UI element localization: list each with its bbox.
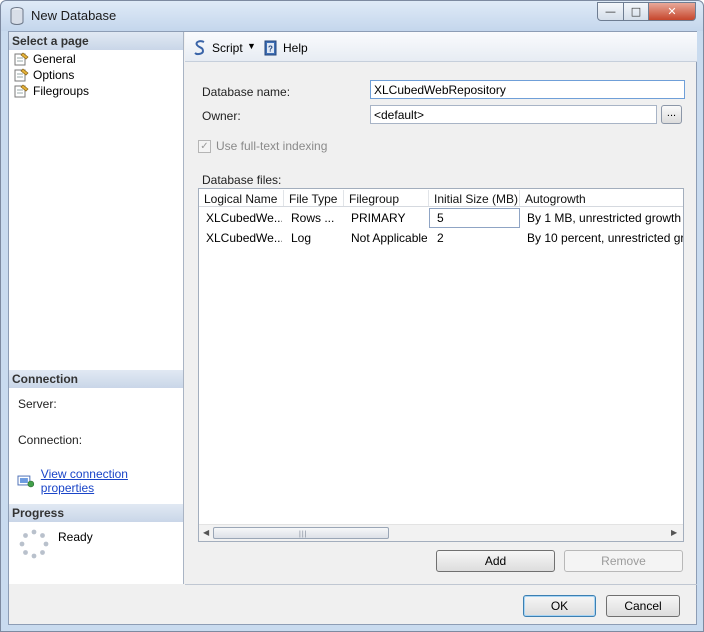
close-button[interactable]: ✕ (648, 2, 696, 21)
page-wrench-icon (14, 52, 29, 66)
owner-input[interactable] (370, 105, 657, 124)
title-bar: New Database — □ ✕ (1, 1, 703, 31)
database-files-label: Database files: (202, 173, 282, 187)
database-files-table: Logical Name File Type Filegroup Initial… (198, 188, 684, 542)
footer-divider (185, 584, 697, 585)
filegroup-cell[interactable]: Not Applicable (351, 231, 427, 245)
maximize-icon: □ (630, 5, 642, 18)
minimize-button[interactable]: — (597, 2, 624, 21)
database-icon (10, 7, 24, 25)
column-header[interactable]: Logical Name (204, 192, 277, 206)
table-row[interactable]: XLCubedWe... Log Not Applicable 2 By 10 … (199, 228, 683, 248)
database-name-label: Database name: (202, 85, 291, 99)
autogrowth-cell[interactable]: By 1 MB, unrestricted growth (527, 211, 683, 225)
filegroup-cell[interactable]: PRIMARY (351, 211, 427, 225)
page-item-options[interactable]: Options (14, 67, 74, 83)
file-type-cell[interactable]: Rows ... (291, 211, 341, 225)
file-type-cell[interactable]: Log (291, 231, 341, 245)
cancel-button[interactable]: Cancel (606, 595, 680, 617)
svg-text:?: ? (268, 45, 273, 54)
toolbar: Script ▼ ? Help (185, 32, 697, 62)
fulltext-label: Use full-text indexing (216, 139, 328, 153)
owner-label: Owner: (202, 109, 241, 123)
page-item-filegroups[interactable]: Filegroups (14, 83, 89, 99)
scroll-right-icon[interactable]: ▶ (671, 528, 677, 537)
column-divider[interactable] (428, 190, 429, 206)
initial-size-cell[interactable]: 5 (429, 208, 520, 228)
help-label: Help (283, 41, 308, 55)
column-header[interactable]: Autogrowth (525, 192, 586, 206)
left-pane: Select a page General Options Filegroups… (9, 32, 184, 584)
ok-button[interactable]: OK (523, 595, 596, 617)
new-database-window: New Database — □ ✕ Select a page General (0, 0, 704, 632)
help-button[interactable]: ? Help (263, 40, 308, 56)
autogrowth-cell[interactable]: By 10 percent, unrestricted growt (527, 231, 683, 245)
view-connection-properties-label: View connection properties (40, 467, 128, 495)
owner-browse-button[interactable]: ... (661, 105, 682, 124)
minimize-icon: — (605, 5, 616, 18)
page-wrench-icon (14, 68, 29, 82)
page-item-label: Filegroups (33, 84, 90, 98)
logical-name-cell[interactable]: XLCubedWe... (206, 211, 282, 225)
script-label: Script (212, 41, 243, 55)
close-icon: ✕ (667, 5, 677, 18)
column-divider[interactable] (343, 190, 344, 206)
script-button[interactable]: Script (192, 40, 243, 56)
select-page-header: Select a page (9, 32, 183, 50)
scroll-thumb[interactable]: ||| (213, 527, 389, 539)
progress-spinner-icon (19, 529, 49, 559)
script-icon (194, 40, 205, 56)
remove-button[interactable]: Remove (564, 550, 683, 572)
logical-name-cell[interactable]: XLCubedWe... (206, 231, 282, 245)
table-header: Logical Name File Type Filegroup Initial… (199, 189, 683, 207)
column-header[interactable]: File Type (289, 192, 337, 206)
maximize-button[interactable]: □ (623, 2, 649, 21)
view-connection-properties-link[interactable]: View connection properties (17, 467, 183, 495)
column-divider[interactable] (519, 190, 520, 206)
page-item-label: Options (33, 68, 75, 82)
scroll-left-icon[interactable]: ◀ (203, 528, 209, 537)
grip-icon: ||| (299, 531, 308, 538)
fulltext-checkbox[interactable]: ✓ (198, 139, 211, 153)
progress-header: Progress (9, 504, 183, 522)
add-button[interactable]: Add (436, 550, 555, 572)
script-dropdown[interactable]: ▼ (247, 41, 256, 51)
page-item-general[interactable]: General (14, 51, 76, 67)
column-header[interactable]: Initial Size (MB) (434, 192, 518, 206)
help-book-icon: ? (264, 40, 277, 56)
column-divider[interactable] (283, 190, 284, 206)
initial-size-cell[interactable]: 2 (437, 231, 517, 245)
chevron-down-icon: ▼ (247, 41, 256, 51)
column-header[interactable]: Filegroup (349, 192, 399, 206)
fulltext-checkbox-row: ✓ Use full-text indexing (198, 139, 327, 153)
connection-label: Connection: (18, 433, 83, 447)
server-label: Server: (18, 397, 57, 411)
connection-header: Connection (9, 370, 183, 388)
connection-properties-icon (17, 475, 35, 488)
progress-status: Ready (58, 530, 93, 544)
horizontal-scrollbar[interactable]: ◀ ||| ▶ (199, 524, 683, 541)
table-row[interactable]: XLCubedWe... Rows ... PRIMARY 5 By 1 MB,… (199, 208, 683, 228)
database-name-input[interactable] (370, 80, 685, 99)
page-item-label: General (33, 52, 76, 66)
window-title: New Database (31, 8, 117, 23)
page-wrench-icon (14, 84, 29, 98)
dialog-client: Select a page General Options Filegroups… (8, 31, 697, 625)
